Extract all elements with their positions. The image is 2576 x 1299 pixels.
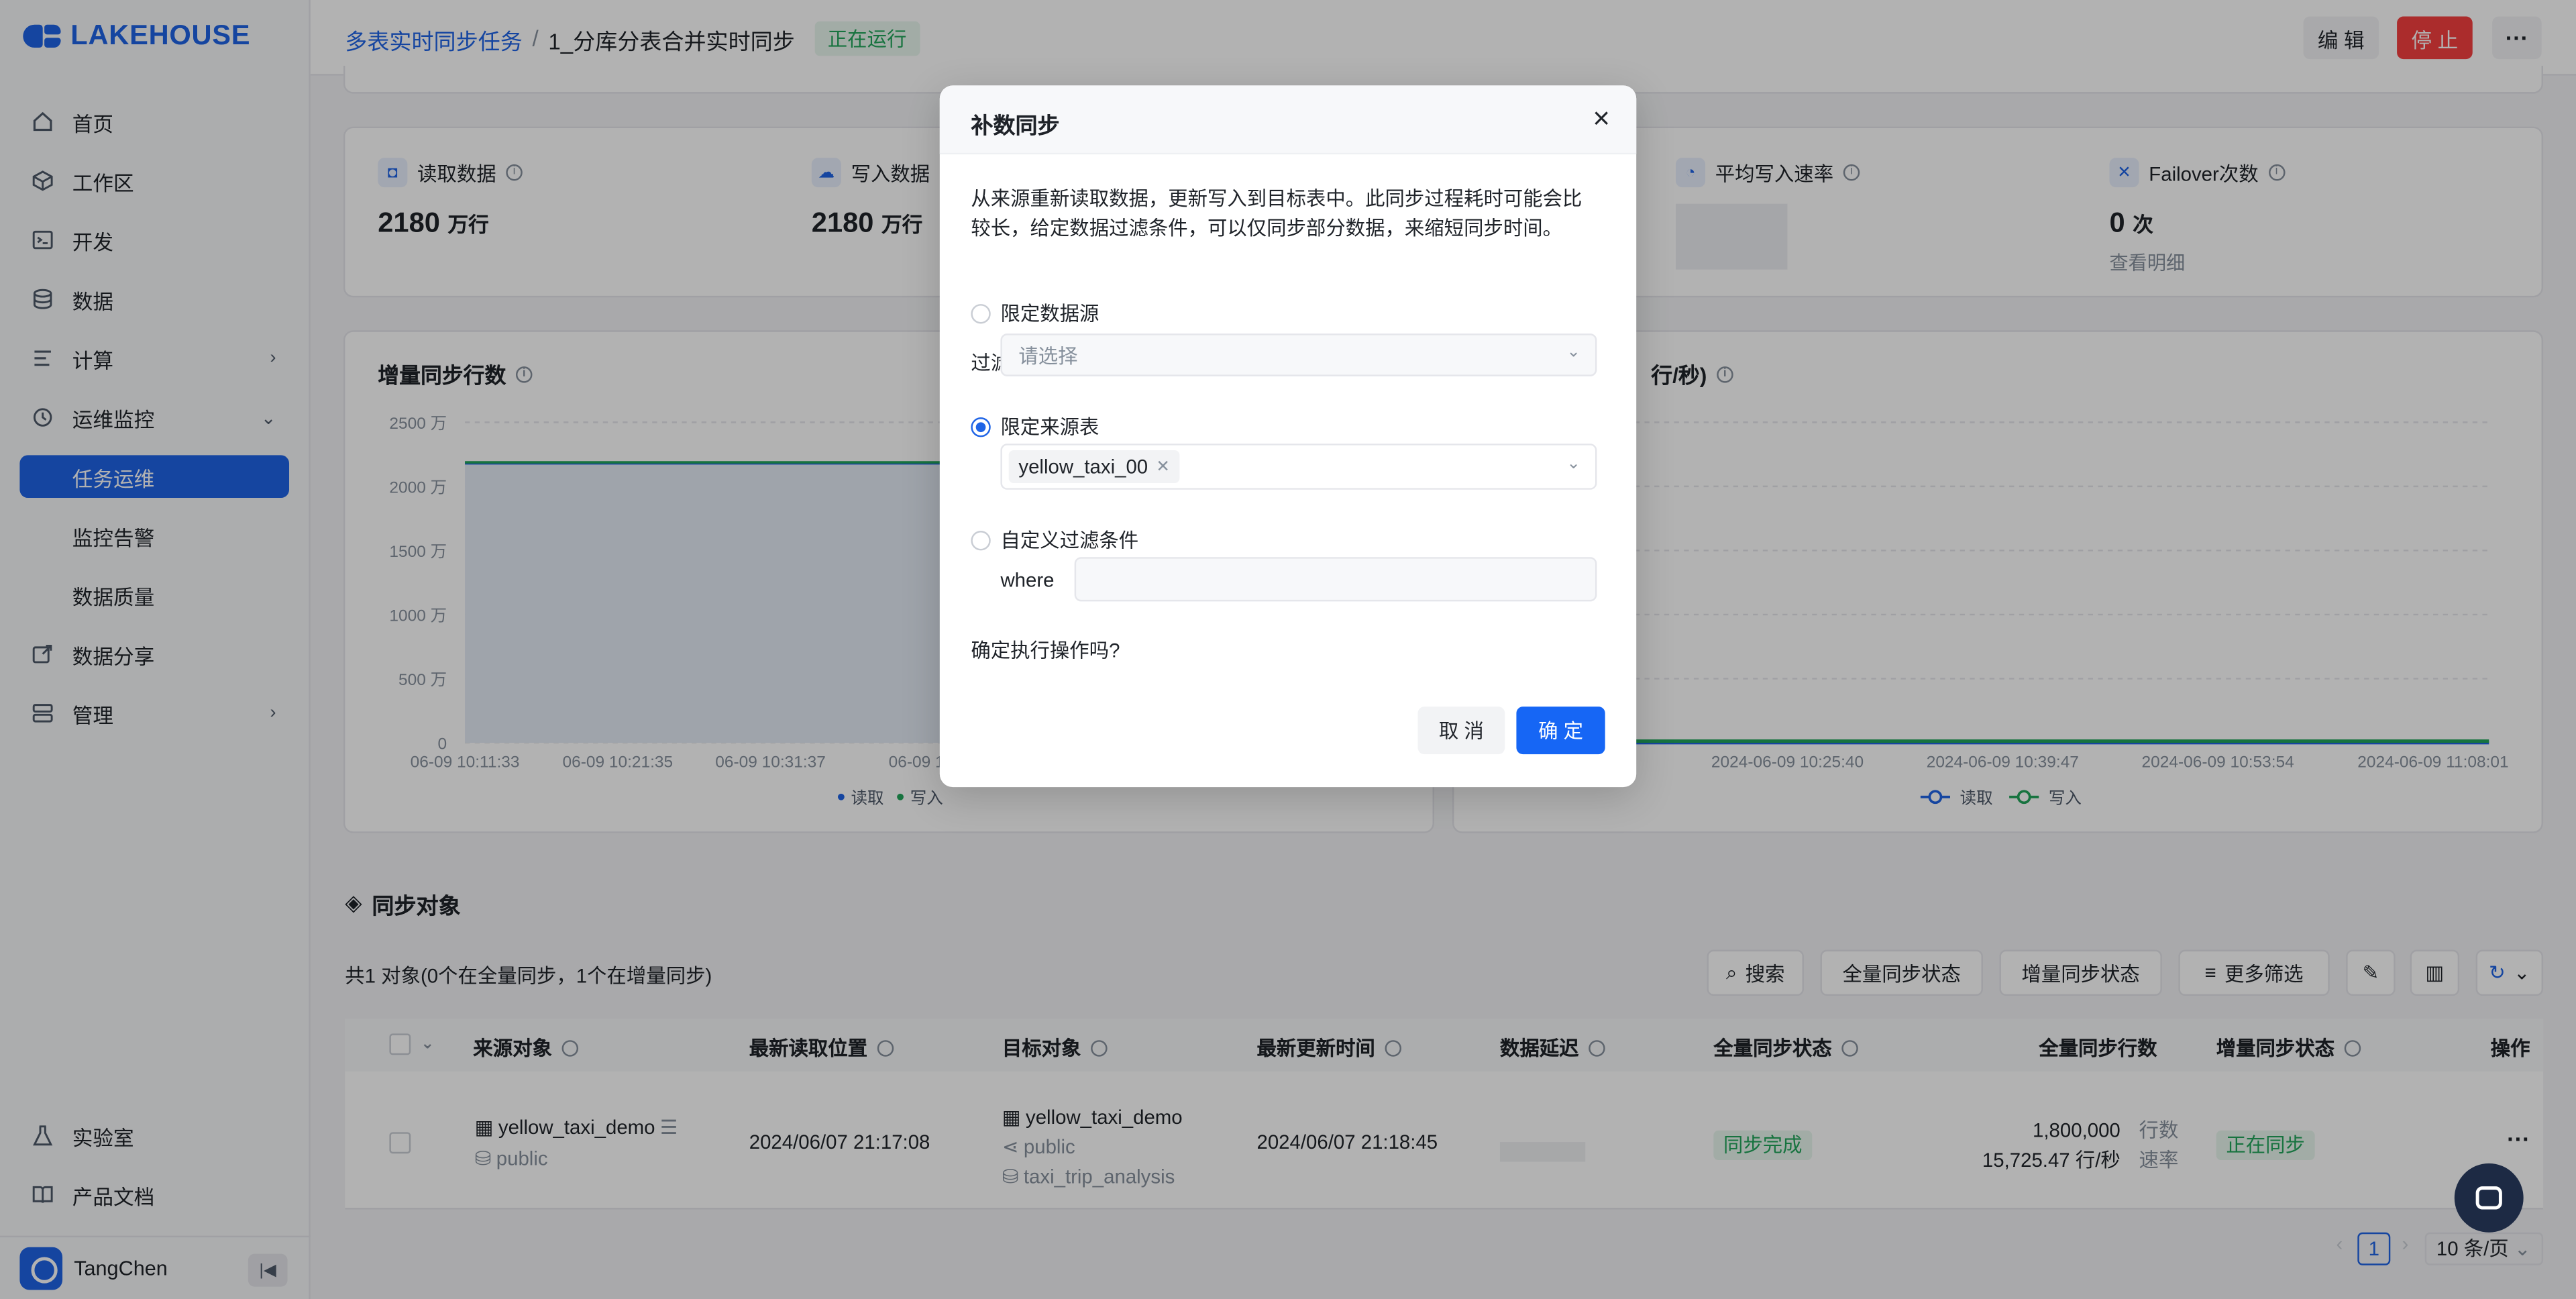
confirm-button[interactable]: 确 定 <box>1516 707 1605 755</box>
backfill-sync-modal: 补数同步 × 从来源重新读取数据，更新写入到目标表中。此同步过程耗时可能会比较长… <box>939 85 1637 788</box>
radio-limit-datasource[interactable]: 限定数据源 <box>971 299 1099 327</box>
radio-label: 自定义过滤条件 <box>1000 529 1139 552</box>
close-icon[interactable]: × <box>1593 102 1610 135</box>
radio-dot <box>971 529 991 550</box>
source-table-select[interactable]: yellow_taxi_00 ✕ ⌄ <box>1000 444 1597 490</box>
modal-description: 从来源重新读取数据，更新写入到目标表中。此同步过程耗时可能会比较长，给定数据过滤… <box>971 187 1582 240</box>
radio-dot <box>971 416 991 437</box>
cancel-button[interactable]: 取 消 <box>1417 707 1505 755</box>
where-label: where <box>1000 568 1055 592</box>
radio-label: 限定数据源 <box>1000 302 1099 325</box>
confirm-question: 确定执行操作吗? <box>971 639 1120 662</box>
modal-title: 补数同步 <box>971 113 1060 138</box>
radio-custom-filter[interactable]: 自定义过滤条件 <box>971 526 1138 554</box>
app-root: LAKEHOUSE 首页 工作区 开发 数据 计算 › 运维监控 ⌄ 任务运维 … <box>0 0 2576 1299</box>
selected-table-chip: yellow_taxi_00 ✕ <box>1008 450 1180 484</box>
select-placeholder: 请选择 <box>1018 344 1078 368</box>
chip-label: yellow_taxi_00 <box>1018 455 1148 478</box>
where-input[interactable] <box>1074 557 1597 602</box>
remove-chip-icon[interactable]: ✕ <box>1156 458 1170 476</box>
chat-assistant-button[interactable] <box>2454 1163 2524 1233</box>
radio-label: 限定来源表 <box>1000 415 1099 439</box>
radio-limit-source-table[interactable]: 限定来源表 <box>971 413 1099 441</box>
chevron-down-icon: ⌄ <box>1566 455 1580 474</box>
datasource-select[interactable]: 请选择 ⌄ <box>1000 333 1597 376</box>
radio-dot <box>971 303 991 323</box>
modal-header: 补数同步 × <box>939 85 1637 155</box>
chevron-down-icon: ⌄ <box>1566 343 1580 362</box>
chat-bot-icon <box>2475 1186 2502 1210</box>
